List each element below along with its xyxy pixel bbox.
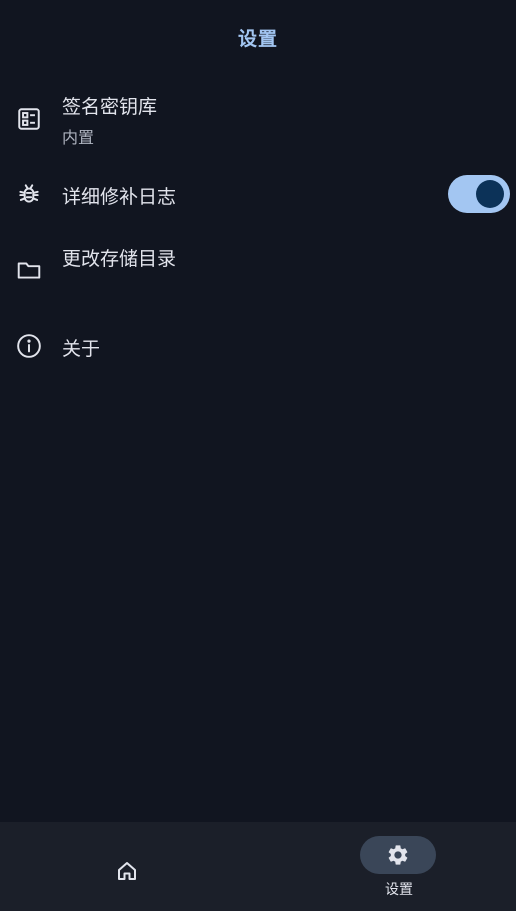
keystore-icon [16,106,42,132]
setting-keystore-title: 签名密钥库 [62,96,158,118]
nav-settings-pill [360,836,436,874]
verbose-log-toggle[interactable] [448,175,510,213]
setting-about-title: 关于 [62,338,101,360]
nav-settings-label: 设置 [385,882,413,898]
bottom-navigation: 设置 [0,822,516,911]
gear-icon [388,845,408,865]
setting-verbose-log[interactable]: 详细修补日志 [0,165,516,225]
setting-about[interactable]: 关于 [0,320,516,376]
app-bar: 设置 [0,0,516,72]
setting-storage-directory[interactable]: 更改存储目录 [0,230,516,310]
page-title: 设置 [237,28,278,50]
bug-icon [16,181,42,207]
setting-storage-directory-title: 更改存储目录 [62,248,177,270]
info-icon [16,333,42,359]
nav-home-icon-container [89,852,165,890]
home-icon [118,862,136,880]
setting-keystore-subtitle: 内置 [62,128,95,147]
folder-icon [16,257,42,283]
toggle-knob [476,180,504,208]
setting-verbose-log-title: 详细修补日志 [62,186,177,208]
nav-item-settings[interactable]: 设置 [258,822,516,911]
setting-keystore[interactable]: 签名密钥库 内置 [0,80,516,160]
nav-item-home[interactable] [0,822,258,911]
